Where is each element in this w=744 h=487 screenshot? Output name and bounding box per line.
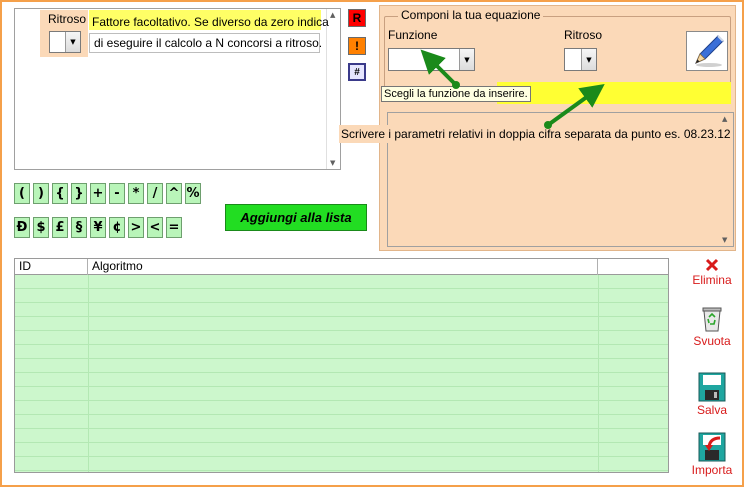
key-less-than[interactable]: < [147,217,163,238]
scroll-down-icon[interactable]: ▼ [722,236,727,244]
elimina-button[interactable]: Elimina [687,258,737,287]
key-open-brace[interactable]: { [52,183,68,204]
compose-group-title: Componi la tua equazione [398,8,544,22]
table-body[interactable] [15,275,668,472]
key-close-brace[interactable]: } [71,183,87,204]
key-yen[interactable]: ¥ [90,217,106,238]
key-pound[interactable]: £ [52,217,68,238]
ritroso-label-right: Ritroso [564,28,603,42]
svuota-label: Svuota [693,334,731,348]
pencil-icon[interactable] [686,31,728,71]
svuota-button[interactable]: Svuota [687,305,737,348]
key-open-paren[interactable]: ( [14,183,30,204]
elimina-label: Elimina [692,273,732,287]
ritroso-select-editor[interactable]: ▼ [49,31,81,53]
scroll-up-icon[interactable]: ▲ [330,11,335,19]
key-divide[interactable]: / [147,183,163,204]
key-equals[interactable]: = [166,217,182,238]
key-d-stroke[interactable]: Đ [14,217,30,238]
key-minus[interactable]: - [109,183,125,204]
chevron-down-icon[interactable]: ▼ [65,32,80,52]
scroll-up-icon[interactable]: ▲ [722,115,727,123]
column-divider [598,275,599,472]
key-caret[interactable]: ^ [166,183,182,204]
funzione-label: Funzione [388,28,438,42]
r-button[interactable]: R [348,9,366,27]
hint-text-line2: di eseguire il calcolo a N concorsi a ri… [89,33,322,53]
delete-x-icon [705,258,719,272]
arrow-to-param-icon [544,83,605,129]
algorithm-table[interactable]: ID Algoritmo [14,258,669,473]
salva-button[interactable]: Salva [687,372,737,417]
column-algoritmo[interactable]: Algoritmo [88,259,598,275]
column-divider [88,275,89,472]
ritroso-label: Ritroso [48,12,87,26]
key-multiply[interactable]: * [128,183,144,204]
table-header: ID Algoritmo [15,259,668,275]
floppy-save-icon [698,372,726,402]
recycle-bin-icon [702,307,722,332]
column-id[interactable]: ID [15,259,88,275]
key-percent[interactable]: % [185,183,201,204]
arrow-to-funzione-icon [420,49,460,89]
floppy-import-icon [698,432,726,462]
hint-text-line1: Fattore facoltativo. Se diverso da zero … [92,15,329,29]
key-greater-than[interactable]: > [128,217,144,238]
exclaim-button[interactable]: ! [348,37,366,55]
column-extra[interactable] [598,259,670,275]
key-close-paren[interactable]: ) [33,183,49,204]
key-section[interactable]: § [71,217,87,238]
add-to-list-button[interactable]: Aggiungi alla lista [225,204,367,231]
importa-button[interactable]: Importa [687,432,737,477]
editor-scrollbar[interactable]: ▲ ▼ [326,9,340,169]
key-dollar[interactable]: $ [33,217,49,238]
scroll-down-icon[interactable]: ▼ [330,159,335,167]
key-cent[interactable]: ¢ [109,217,125,238]
hash-button[interactable]: # [348,63,366,81]
importa-label: Importa [691,463,733,477]
key-plus[interactable]: + [90,183,106,204]
salva-label: Salva [696,403,728,417]
arrow-overlay [420,49,605,129]
